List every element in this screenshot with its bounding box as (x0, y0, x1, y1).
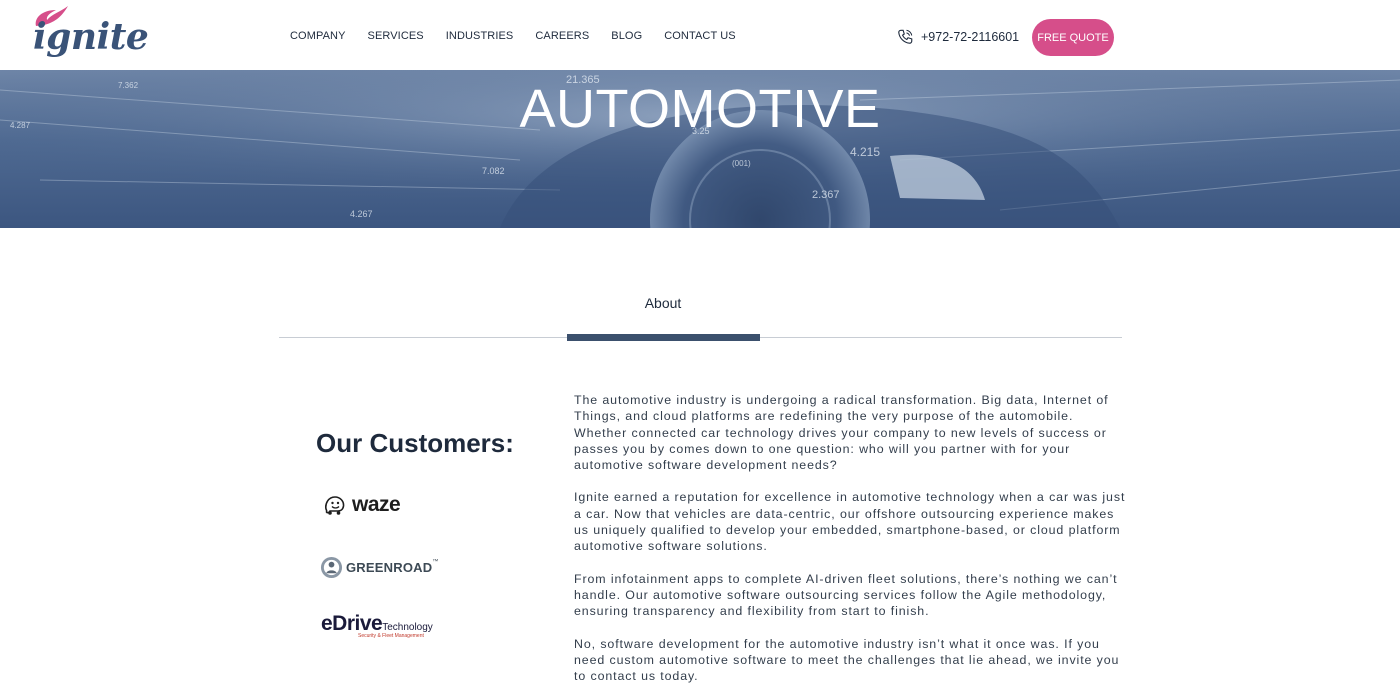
svg-text:4.215: 4.215 (850, 145, 880, 159)
tab-active-indicator (567, 334, 760, 341)
nav-industries[interactable]: INDUSTRIES (446, 30, 514, 42)
phone-number: +972-72-2116601 (921, 30, 1020, 44)
hero-banner: 21.365 7.362 4.287 4.215 2.367 7.082 4.2… (0, 70, 1400, 228)
customers-heading: Our Customers: (316, 428, 514, 458)
waze-wordmark: waze (352, 493, 401, 516)
ignite-logo[interactable]: ignite (32, 4, 149, 64)
svg-text:2.367: 2.367 (812, 189, 840, 201)
nav-contact-us[interactable]: CONTACT US (664, 30, 736, 42)
nav-blog[interactable]: BLOG (611, 30, 642, 42)
svg-text:7.082: 7.082 (482, 166, 505, 176)
svg-text:4.267: 4.267 (350, 209, 373, 219)
nav-company[interactable]: COMPANY (290, 30, 346, 42)
paragraph: From infotainment apps to complete AI-dr… (574, 571, 1118, 619)
logo-wordmark: ignite (33, 16, 149, 58)
about-content: The automotive industry is undergoing a … (574, 392, 1126, 696)
nav-careers[interactable]: CAREERS (535, 30, 589, 42)
free-quote-button[interactable]: FREE QUOTE (1032, 19, 1114, 56)
edrive-technology-label: Technology (382, 622, 433, 633)
greenroad-wordmark: GREENROAD (346, 560, 433, 575)
paragraph: No, software development for the automot… (574, 636, 1120, 684)
waze-icon (325, 496, 345, 515)
paragraph: Ignite earned a reputation for excellenc… (574, 490, 1126, 554)
edrive-wordmark: eDrive (321, 612, 383, 635)
nav-services[interactable]: SERVICES (368, 30, 424, 42)
tab-about[interactable]: About (280, 295, 1046, 311)
waze-logo: waze (322, 493, 401, 517)
edrive-tagline: Security & Fleet Management (358, 633, 424, 639)
svg-text:(001): (001) (732, 159, 751, 168)
site-header: ignite COMPANY SERVICES INDUSTRIES CAREE… (0, 0, 1400, 70)
phone-icon (898, 29, 913, 44)
greenroad-trademark: ™ (432, 559, 439, 565)
paragraph: The automotive industry is undergoing a … (574, 393, 1109, 473)
main-nav: COMPANY SERVICES INDUSTRIES CAREERS BLOG… (290, 30, 758, 42)
greenroad-logo: GREENROAD ™ (320, 556, 438, 579)
phone-link[interactable]: +972-72-2116601 (896, 28, 1019, 46)
page-title: AUTOMOTIVE (519, 79, 881, 139)
greenroad-icon (320, 556, 343, 579)
edrive-logo: eDriveTechnology Security & Fleet Manage… (321, 612, 433, 639)
